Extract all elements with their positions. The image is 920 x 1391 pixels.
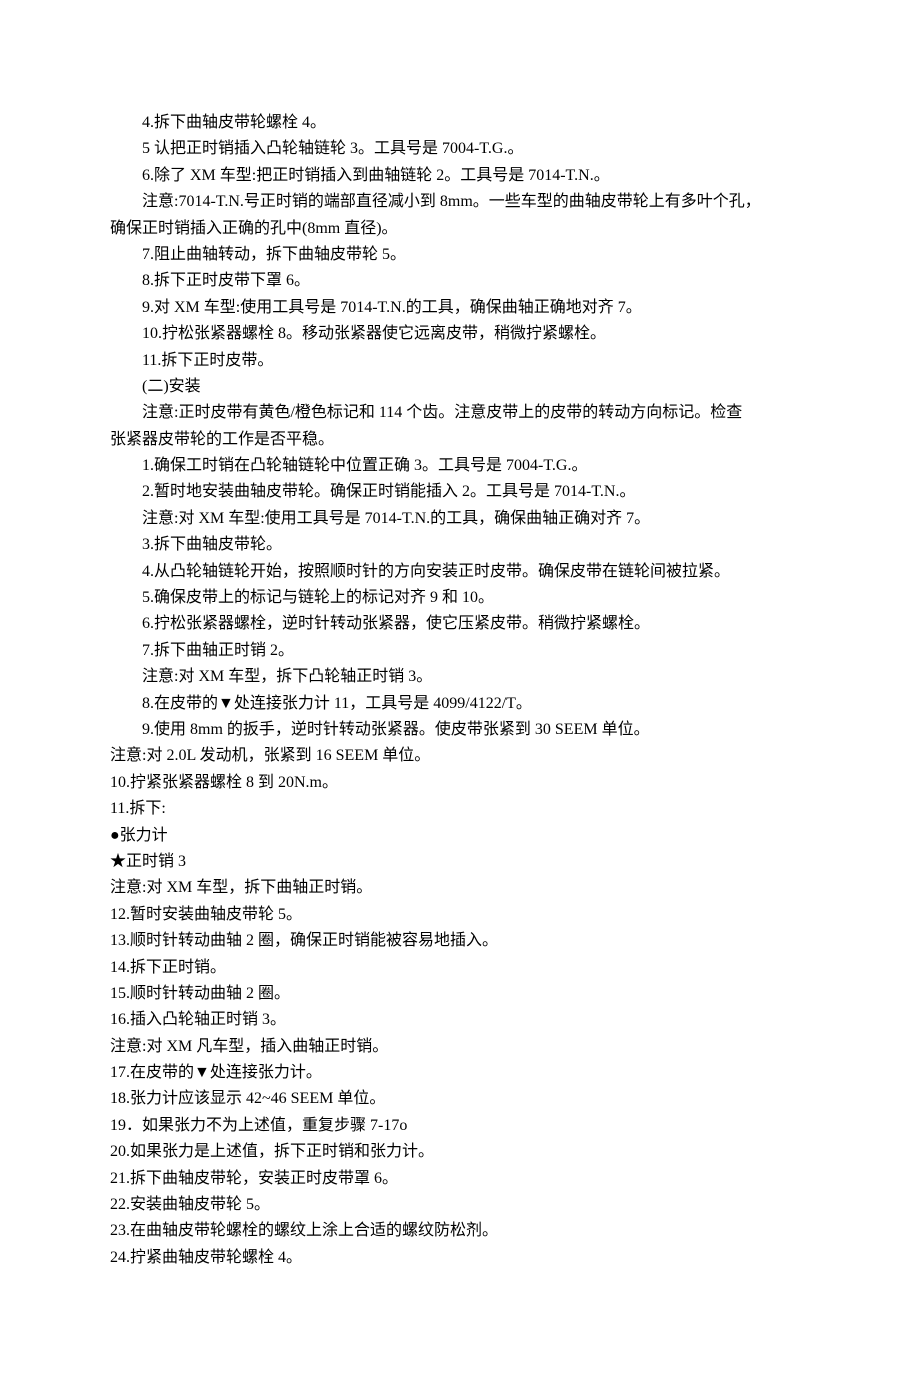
text-line: 22.安装曲轴皮带轮 5。 [110, 1192, 810, 1218]
text-line: 注意:对 XM 车型，拆下凸轮轴正时销 3。 [110, 664, 810, 690]
text-line: (二)安装 [110, 374, 810, 400]
text-line: 2.暂时地安装曲轴皮带轮。确保正时销能插入 2。工具号是 7014-T.N.。 [110, 479, 810, 505]
document-page: 4.拆下曲轴皮带轮螺栓 4。5 认把正时销插入凸轮轴链轮 3。工具号是 7004… [0, 0, 920, 1391]
text-line: 9.对 XM 车型:使用工具号是 7014-T.N.的工具，确保曲轴正确地对齐 … [110, 295, 810, 321]
text-line: 24.拧紧曲轴皮带轮螺栓 4。 [110, 1245, 810, 1271]
text-line: 11.拆下: [110, 796, 810, 822]
text-line: 20.如果张力是上述值，拆下正时销和张力计。 [110, 1139, 810, 1165]
text-line: ●张力计 [110, 823, 810, 849]
text-line: 注意:对 2.0L 发动机，张紧到 16 SEEM 单位。 [110, 743, 810, 769]
text-line: 11.拆下正时皮带。 [110, 348, 810, 374]
text-line: 18.张力计应该显示 42~46 SEEM 单位。 [110, 1086, 810, 1112]
text-line: 3.拆下曲轴皮带轮。 [110, 532, 810, 558]
text-line: 13.顺时针转动曲轴 2 圈，确保正时销能被容易地插入。 [110, 928, 810, 954]
text-line: 注意:7014-T.N.号正时销的端部直径减小到 8mm。一些车型的曲轴皮带轮上… [110, 189, 810, 215]
text-line: 7.拆下曲轴正时销 2。 [110, 638, 810, 664]
text-line: 6.除了 XM 车型:把正时销插入到曲轴链轮 2。工具号是 7014-T.N.。 [110, 163, 810, 189]
text-line: 确保正时销插入正确的孔中(8mm 直径)。 [110, 216, 810, 242]
text-line: 6.拧松张紧器螺栓，逆时针转动张紧器，使它压紧皮带。稍微拧紧螺栓。 [110, 611, 810, 637]
text-line: 4.拆下曲轴皮带轮螺栓 4。 [110, 110, 810, 136]
text-line: 10.拧松张紧器螺栓 8。移动张紧器使它远离皮带，稍微拧紧螺栓。 [110, 321, 810, 347]
text-line: 21.拆下曲轴皮带轮，安装正时皮带罩 6。 [110, 1166, 810, 1192]
text-line: 8.在皮带的▼处连接张力计 11，工具号是 4099/4122/T。 [110, 691, 810, 717]
text-line: 注意:正时皮带有黄色/橙色标记和 114 个齿。注意皮带上的皮带的转动方向标记。… [110, 400, 810, 426]
text-line: ★正时销 3 [110, 849, 810, 875]
text-line: 9.使用 8mm 的扳手，逆时针转动张紧器。使皮带张紧到 30 SEEM 单位。 [110, 717, 810, 743]
text-line: 16.插入凸轮轴正时销 3。 [110, 1007, 810, 1033]
text-line: 14.拆下正时销。 [110, 955, 810, 981]
text-line: 19．如果张力不为上述值，重复步骤 7-17o [110, 1113, 810, 1139]
text-line: 注意:对 XM 车型:使用工具号是 7014-T.N.的工具，确保曲轴正确对齐 … [110, 506, 810, 532]
text-line: 23.在曲轴皮带轮螺栓的螺纹上涂上合适的螺纹防松剂。 [110, 1218, 810, 1244]
text-line: 12.暂时安装曲轴皮带轮 5。 [110, 902, 810, 928]
text-line: 17.在皮带的▼处连接张力计。 [110, 1060, 810, 1086]
text-line: 5 认把正时销插入凸轮轴链轮 3。工具号是 7004-T.G.。 [110, 136, 810, 162]
text-line: 注意:对 XM 车型，拆下曲轴正时销。 [110, 875, 810, 901]
text-line: 张紧器皮带轮的工作是否平稳。 [110, 427, 810, 453]
text-line: 10.拧紧张紧器螺栓 8 到 20N.m。 [110, 770, 810, 796]
text-line: 15.顺时针转动曲轴 2 圈。 [110, 981, 810, 1007]
text-line: 1.确保工时销在凸轮轴链轮中位置正确 3。工具号是 7004-T.G.。 [110, 453, 810, 479]
text-line: 7.阻止曲轴转动，拆下曲轴皮带轮 5。 [110, 242, 810, 268]
text-line: 5.确保皮带上的标记与链轮上的标记对齐 9 和 10。 [110, 585, 810, 611]
text-line: 8.拆下正时皮带下罩 6。 [110, 268, 810, 294]
text-line: 4.从凸轮轴链轮开始，按照顺时针的方向安装正时皮带。确保皮带在链轮间被拉紧。 [110, 559, 810, 585]
text-line: 注意:对 XM 凡车型，插入曲轴正时销。 [110, 1034, 810, 1060]
